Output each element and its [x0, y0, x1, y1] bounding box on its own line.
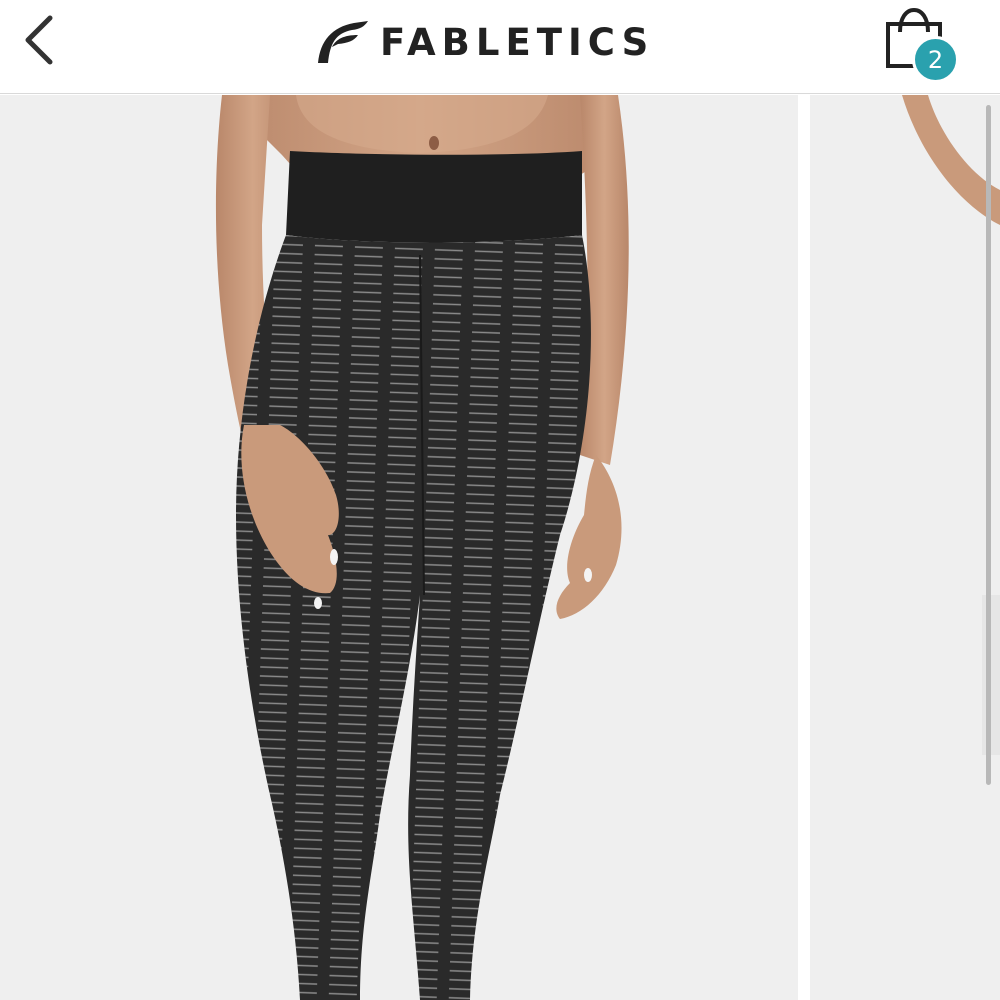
- top-nav-bar: FABLETICS 2: [0, 0, 1000, 94]
- product-image-next[interactable]: [810, 95, 1000, 1000]
- brand-name: FABLETICS: [380, 20, 655, 64]
- product-image-carousel[interactable]: [0, 95, 1000, 1000]
- next-photo-preview: [902, 95, 1000, 755]
- fabletics-logo-icon: [318, 21, 368, 63]
- product-image-main[interactable]: [0, 95, 798, 1000]
- cart-button[interactable]: 2: [880, 4, 966, 88]
- back-button[interactable]: [14, 10, 66, 70]
- cart-count-badge: 2: [912, 36, 959, 83]
- chevron-left-icon: [25, 15, 53, 65]
- brand-logo[interactable]: FABLETICS: [314, 12, 654, 72]
- scrollbar[interactable]: [986, 105, 991, 785]
- leggings-model-photo: [215, 95, 629, 1000]
